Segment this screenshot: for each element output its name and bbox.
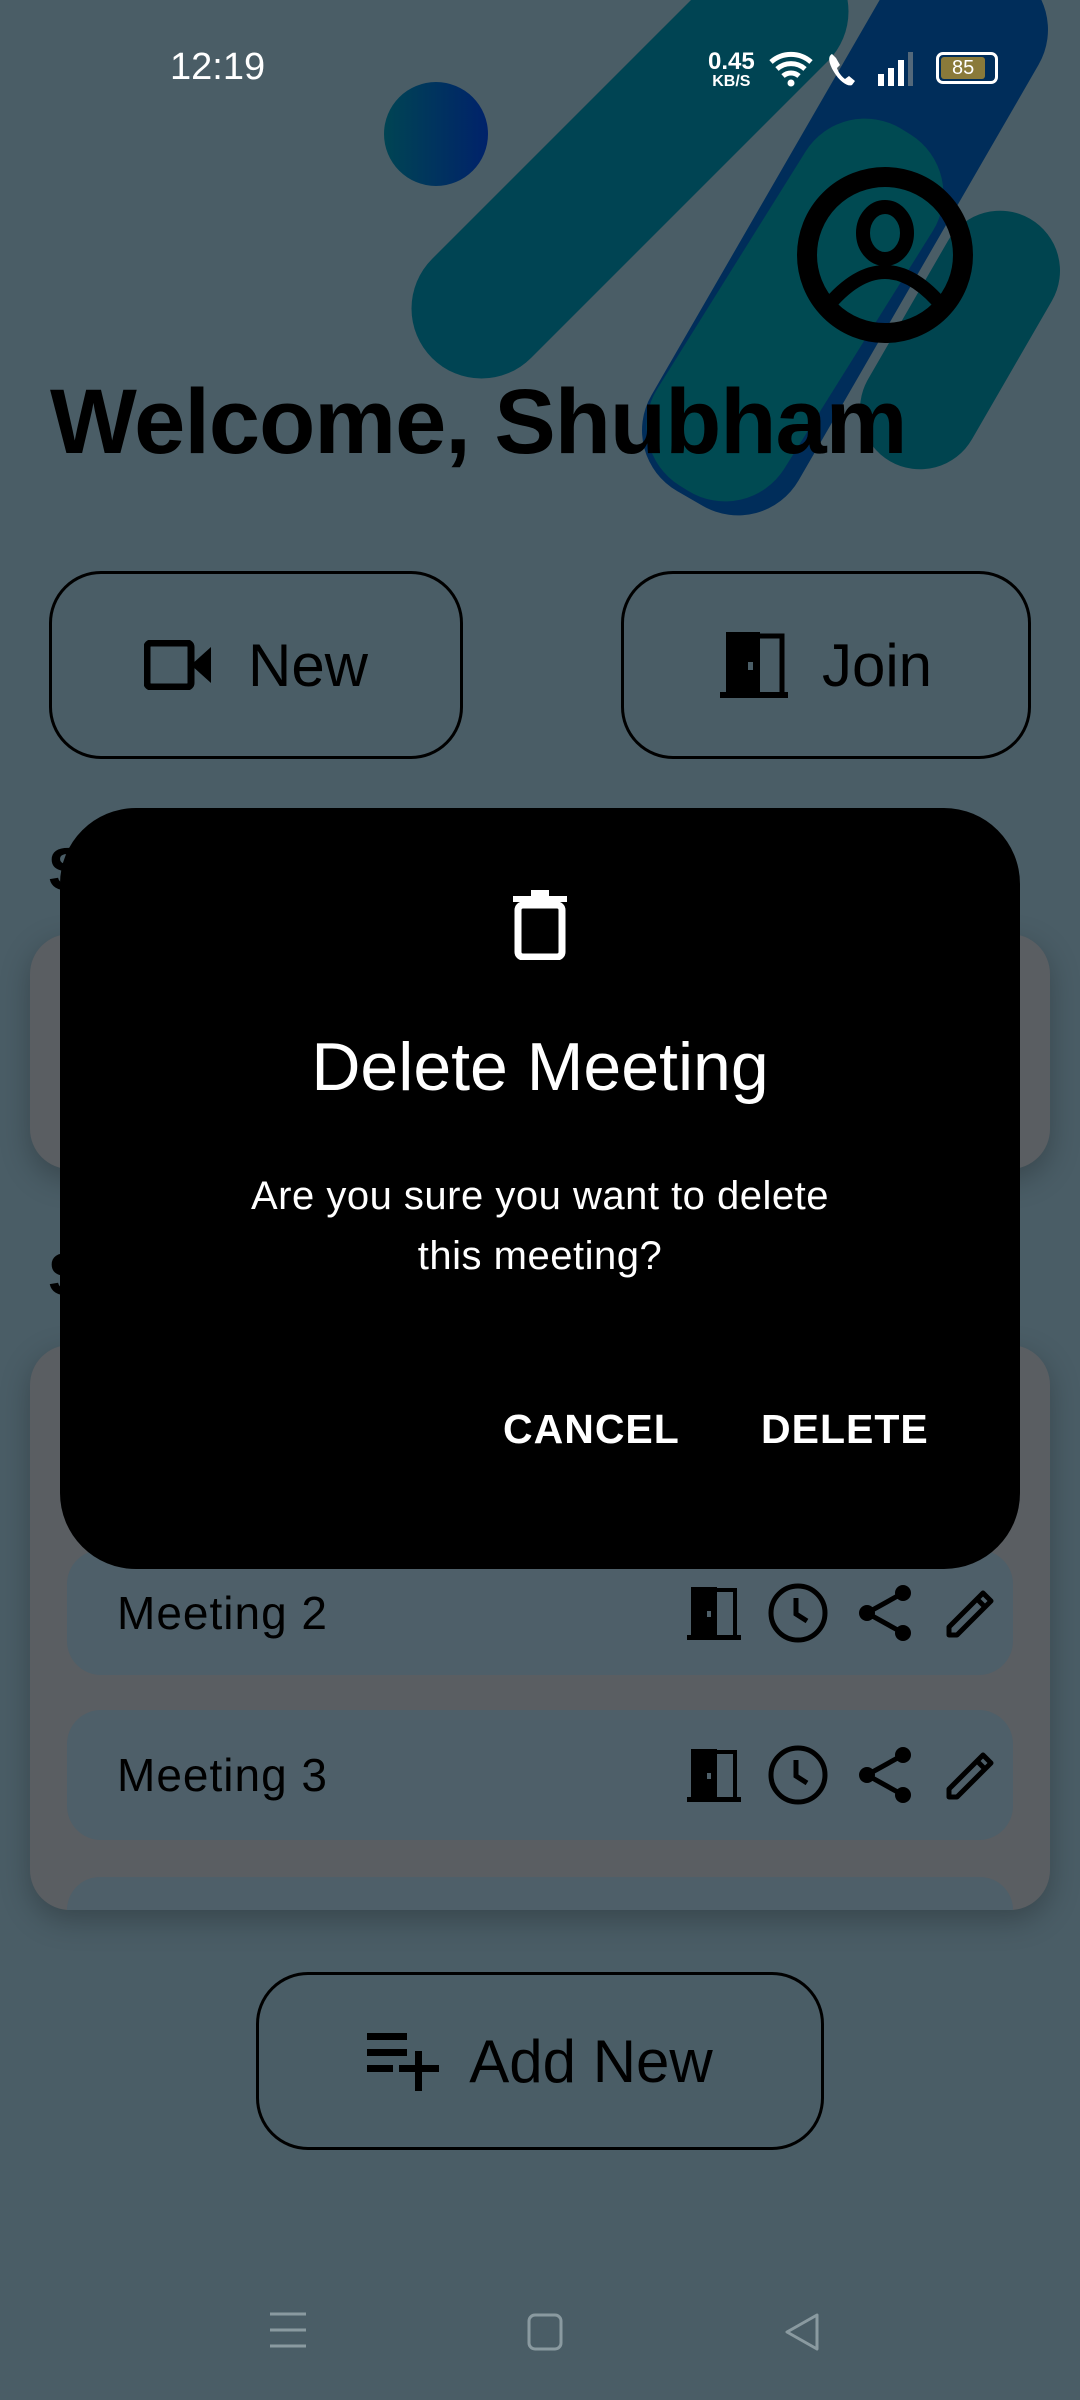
- status-time: 12:19: [170, 46, 266, 88]
- battery-level: 85: [941, 57, 986, 79]
- home-icon[interactable]: [526, 2312, 564, 2352]
- playlist-add-icon: [367, 2033, 440, 2091]
- add-new-button[interactable]: Add New: [256, 1972, 824, 2150]
- trash-icon: [513, 890, 567, 960]
- back-icon[interactable]: [782, 2312, 822, 2352]
- new-label: New: [247, 631, 369, 699]
- delete-meeting-dialog: Delete Meeting Are you sure you want to …: [60, 808, 1020, 1569]
- meeting-row[interactable]: Meeting 3: [67, 1710, 1013, 1840]
- meeting-name: Meeting 2: [117, 1586, 329, 1639]
- meeting-row-partial: [67, 1877, 1013, 1910]
- join-label: Join: [821, 631, 933, 699]
- share-icon[interactable]: [857, 1583, 915, 1643]
- dialog-title: Delete Meeting: [311, 1029, 769, 1105]
- join-door-icon[interactable]: [687, 1585, 741, 1641]
- welcome-heading: Welcome, Shubham: [50, 371, 907, 473]
- join-door-icon[interactable]: [687, 1747, 741, 1803]
- recent-apps-icon[interactable]: [268, 2310, 308, 2350]
- delete-button[interactable]: DELETE: [761, 1406, 929, 1453]
- video-camera-icon: [143, 640, 211, 690]
- signal-icon: [878, 52, 913, 86]
- wifi-icon: [769, 51, 813, 87]
- new-meeting-button[interactable]: New: [49, 571, 463, 759]
- door-icon: [719, 632, 788, 698]
- decor-circle: [384, 82, 488, 186]
- net-speed-value: 0.45: [708, 48, 755, 75]
- edit-pencil-icon[interactable]: [943, 1747, 999, 1803]
- dialog-message: Are you sure you want to delete this mee…: [250, 1174, 830, 1278]
- cancel-button[interactable]: CANCEL: [503, 1406, 680, 1453]
- share-icon[interactable]: [857, 1745, 915, 1805]
- add-new-label: Add New: [469, 2027, 713, 2095]
- schedule-clock-icon[interactable]: [767, 1744, 829, 1806]
- net-speed-unit: KB/S: [712, 73, 751, 90]
- profile-avatar-icon[interactable]: [797, 167, 973, 343]
- wifi-call-icon: [829, 54, 855, 86]
- network-speed: 0.45 KB/S: [708, 50, 755, 90]
- join-meeting-button[interactable]: Join: [621, 571, 1031, 759]
- battery-icon: 85: [936, 52, 998, 84]
- schedule-clock-icon[interactable]: [767, 1582, 829, 1644]
- meeting-name: Meeting 3: [117, 1749, 329, 1801]
- edit-pencil-icon[interactable]: [943, 1585, 999, 1641]
